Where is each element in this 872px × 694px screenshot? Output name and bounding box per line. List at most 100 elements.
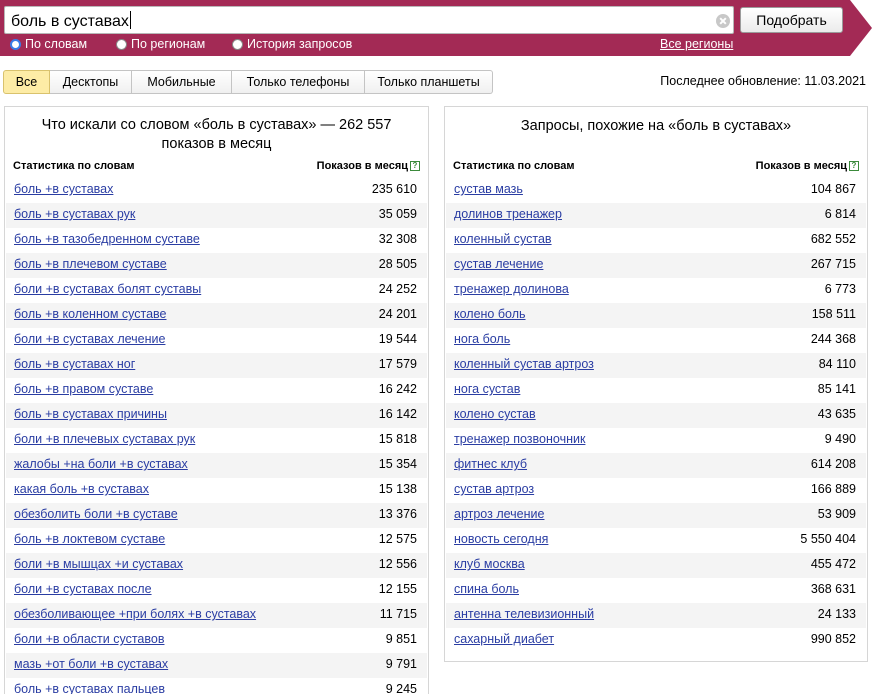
phrase-link[interactable]: клуб москва: [454, 557, 525, 571]
impressions-count: 35 059: [378, 207, 417, 221]
panel-title: Запросы, похожие на «боль в суставах»: [520, 118, 792, 134]
search-input[interactable]: боль в суставах: [4, 6, 734, 34]
phrase-link[interactable]: коленный сустав: [454, 232, 552, 246]
table-row: боль +в суставах 235 610: [6, 178, 427, 203]
text-caret: [129, 11, 131, 29]
table-row: боли +в плечевых суставах рук 15 818: [6, 428, 427, 453]
phrase-link[interactable]: боли +в плечевых суставах рук: [14, 432, 195, 446]
search-header: боль в суставах Подобрать По словам По р…: [0, 0, 872, 56]
radio-label: История запросов: [247, 37, 353, 51]
table-row: артроз лечение 53 909: [446, 503, 866, 528]
phrase-link[interactable]: колено сустав: [454, 407, 536, 421]
impressions-count: 16 242: [378, 382, 417, 396]
phrase-link[interactable]: боль +в тазобедренном суставе: [14, 232, 200, 246]
radio-off-icon: [116, 38, 127, 50]
phrase-link[interactable]: тренажер долинова: [454, 282, 569, 296]
phrase-link[interactable]: какая боль +в суставах: [14, 482, 149, 496]
table-row: сустав мазь 104 867: [446, 178, 866, 203]
table-row: нога сустав 85 141: [446, 378, 866, 403]
impressions-count: 455 472: [810, 557, 856, 571]
table-row: колено боль 158 511: [446, 303, 866, 328]
phrase-link[interactable]: боли +в суставах после: [14, 582, 152, 596]
phrase-link[interactable]: антенна телевизионный: [454, 607, 594, 621]
tab-desktops[interactable]: Десктопы: [50, 70, 132, 94]
phrase-link[interactable]: боль +в локтевом суставе: [14, 532, 165, 546]
radio-by-words[interactable]: По словам: [10, 37, 87, 51]
phrase-link[interactable]: новость сегодня: [454, 532, 548, 546]
phrase-link[interactable]: боль +в суставах пальцев: [14, 682, 165, 694]
impressions-count: 990 852: [810, 632, 856, 646]
table-row: какая боль +в суставах 15 138: [6, 478, 427, 503]
phrase-link[interactable]: боли +в области суставов: [14, 632, 164, 646]
impressions-count: 28 505: [378, 257, 417, 271]
impressions-count: 15 138: [378, 482, 417, 496]
impressions-count: 5 550 404: [800, 532, 856, 546]
phrase-link[interactable]: боли +в мышцах +и суставах: [14, 557, 183, 571]
table-row: боль +в локтевом суставе 12 575: [6, 528, 427, 553]
phrase-link[interactable]: обезболить боли +в суставе: [14, 507, 178, 521]
phrase-link[interactable]: боль +в суставах рук: [14, 207, 135, 221]
all-regions-link[interactable]: Все регионы: [660, 37, 733, 51]
impressions-count: 19 544: [378, 332, 417, 346]
clear-icon[interactable]: [716, 14, 730, 28]
phrase-link[interactable]: нога боль: [454, 332, 510, 346]
phrase-link[interactable]: долинов тренажер: [454, 207, 562, 221]
impressions-count: 267 715: [810, 257, 856, 271]
phrase-link[interactable]: фитнес клуб: [454, 457, 527, 471]
radio-by-regions[interactable]: По регионам: [116, 37, 205, 51]
phrase-link[interactable]: сахарный диабет: [454, 632, 554, 646]
impressions-count: 12 575: [378, 532, 417, 546]
phrase-link[interactable]: боль +в суставах: [14, 182, 113, 196]
radio-label: По регионам: [131, 37, 206, 51]
impressions-count: 43 635: [817, 407, 856, 421]
impressions-count: 9 245: [385, 682, 417, 694]
impressions-count: 16 142: [378, 407, 417, 421]
phrase-link[interactable]: боли +в суставах лечение: [14, 332, 165, 346]
words-stats-panel: Что искали со словом «боль в суставах» —…: [4, 106, 429, 694]
phrase-link[interactable]: боли +в суставах болят суставы: [14, 282, 201, 296]
phrase-link[interactable]: спина боль: [454, 582, 519, 596]
search-input-value: боль в суставах: [11, 13, 129, 30]
column-header-count: Показов в месяц: [316, 160, 408, 172]
submit-button[interactable]: Подобрать: [740, 7, 843, 33]
phrase-link[interactable]: сустав артроз: [454, 482, 534, 496]
impressions-count: 9 851: [385, 632, 417, 646]
phrase-link[interactable]: артроз лечение: [454, 507, 544, 521]
tab-phones-only[interactable]: Только телефоны: [232, 70, 365, 94]
column-headers: Статистика по словам Показов в месяц?: [453, 160, 859, 176]
phrase-link[interactable]: нога сустав: [454, 382, 520, 396]
radio-history[interactable]: История запросов: [232, 37, 352, 51]
phrase-link[interactable]: колено боль: [454, 307, 526, 321]
tab-mobile[interactable]: Мобильные: [132, 70, 232, 94]
phrase-link[interactable]: боль +в суставах причины: [14, 407, 167, 421]
impressions-count: 166 889: [810, 482, 856, 496]
phrase-link[interactable]: боль +в суставах ног: [14, 357, 135, 371]
table-row: мазь +от боли +в суставах 9 791: [6, 653, 427, 678]
impressions-count: 53 909: [817, 507, 856, 521]
table-row: боль +в тазобедренном суставе 32 308: [6, 228, 427, 253]
phrase-link[interactable]: коленный сустав артроз: [454, 357, 594, 371]
help-question-icon[interactable]: ?: [410, 161, 420, 171]
impressions-count: 15 354: [378, 457, 417, 471]
table-row: боль +в суставах ног 17 579: [6, 353, 427, 378]
phrase-link[interactable]: боль +в коленном суставе: [14, 307, 166, 321]
phrase-link[interactable]: сустав лечение: [454, 257, 543, 271]
phrase-link[interactable]: мазь +от боли +в суставах: [14, 657, 168, 671]
radio-off-icon: [232, 38, 243, 50]
phrase-link[interactable]: боль +в правом суставе: [14, 382, 153, 396]
column-header-phrase: Статистика по словам: [13, 160, 135, 172]
impressions-count: 11 715: [379, 607, 417, 621]
tab-tablets-only[interactable]: Только планшеты: [365, 70, 493, 94]
phrase-link[interactable]: сустав мазь: [454, 182, 523, 196]
impressions-count: 84 110: [818, 357, 856, 371]
table-row: боль +в суставах причины 16 142: [6, 403, 427, 428]
phrase-link[interactable]: тренажер позвоночник: [454, 432, 585, 446]
table-row: нога боль 244 368: [446, 328, 866, 353]
phrase-link[interactable]: обезболивающее +при болях +в суставах: [14, 607, 256, 621]
table-row: новость сегодня 5 550 404: [446, 528, 866, 553]
phrase-link[interactable]: жалобы +на боли +в суставах: [14, 457, 188, 471]
phrase-link[interactable]: боль +в плечевом суставе: [14, 257, 167, 271]
tab-all[interactable]: Все: [3, 70, 50, 94]
table-row: обезболивающее +при болях +в суставах 11 …: [6, 603, 427, 628]
help-question-icon[interactable]: ?: [849, 161, 859, 171]
